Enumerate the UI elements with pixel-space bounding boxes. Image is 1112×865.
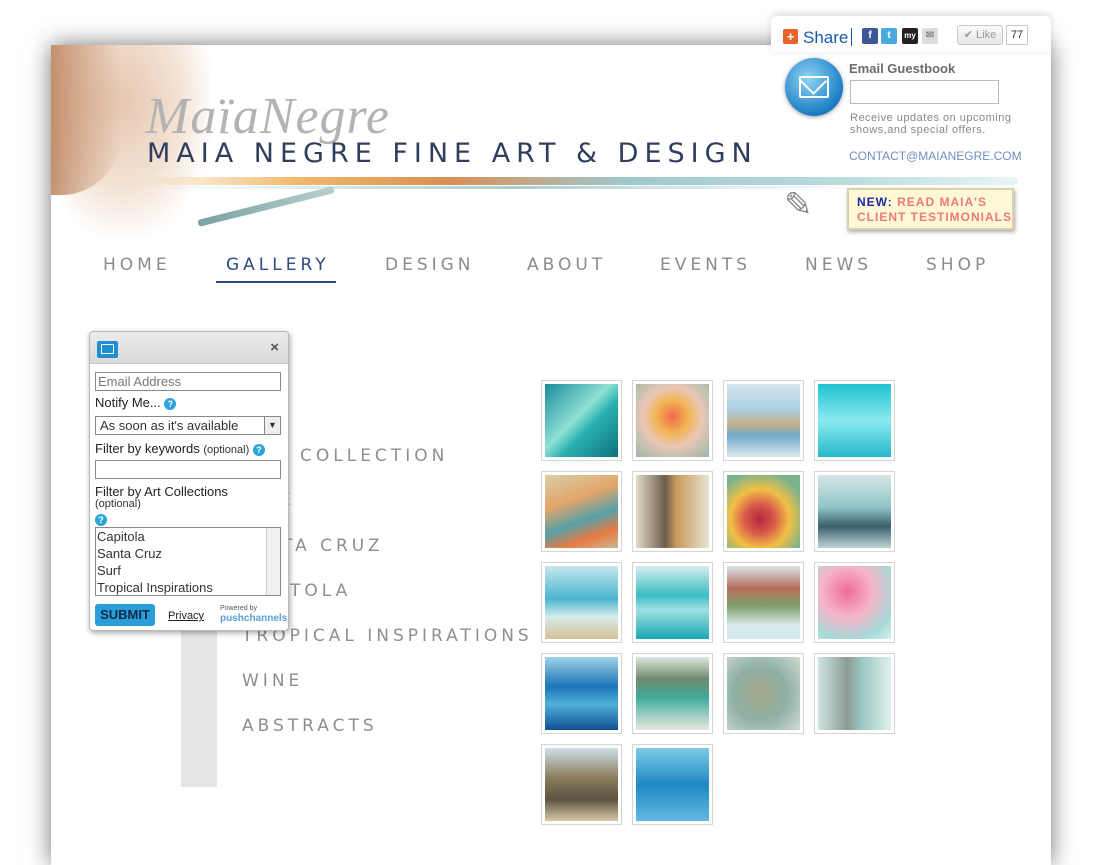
nav-events[interactable]: EVENTS — [660, 255, 751, 275]
gallery-thumb[interactable] — [541, 471, 622, 552]
testimonials-button[interactable]: NEW: READ MAIA'S CLIENT TESTIMONIALS — [847, 188, 1014, 230]
testimonials-line1: READ MAIA'S — [897, 195, 987, 209]
help-icon[interactable]: ? — [95, 513, 107, 526]
collection-link-wine[interactable]: WINE — [242, 671, 303, 691]
collection-link-capitola[interactable]: ITOLA — [281, 581, 351, 601]
gallery-thumb[interactable] — [814, 653, 895, 734]
gallery-thumb[interactable] — [632, 471, 713, 552]
facebook-icon[interactable]: f — [862, 28, 878, 44]
gallery-thumb[interactable] — [632, 380, 713, 461]
gallery-thumb[interactable] — [632, 744, 713, 825]
myspace-icon[interactable]: my — [902, 28, 918, 44]
main-nav: HOME GALLERY DESIGN ABOUT EVENTS NEWS SH… — [51, 251, 1051, 283]
collection-link-santa-cruz[interactable]: TA CRUZ — [282, 536, 384, 556]
close-icon[interactable]: × — [270, 339, 279, 356]
keywords-optional: (optional) — [203, 444, 250, 456]
notify-select-value: As soon as it's available — [100, 418, 239, 433]
notify-label: Notify Me... ? — [95, 395, 177, 410]
share-plus-icon[interactable]: + — [783, 29, 798, 44]
testimonials-line2: CLIENT TESTIMONIALS — [857, 210, 1012, 224]
guestbook-envelope-icon — [785, 58, 843, 116]
privacy-link[interactable]: Privacy — [168, 610, 204, 622]
collection-link-abstracts[interactable]: ABSTRACTS — [242, 716, 378, 736]
like-label: Like — [976, 29, 997, 41]
gallery-thumb[interactable] — [632, 653, 713, 734]
collections-optional: (optional) — [95, 498, 141, 510]
nav-design[interactable]: DESIGN — [385, 255, 475, 275]
guestbook-title: Email Guestbook — [849, 61, 956, 76]
list-item[interactable]: Santa Cruz — [96, 545, 280, 562]
twitter-icon[interactable]: t — [881, 28, 897, 44]
gallery-thumb[interactable] — [814, 562, 895, 643]
nav-news[interactable]: NEWS — [805, 255, 872, 275]
notify-widget: × Email Address Notify Me... ? As soon a… — [89, 331, 289, 631]
share-bar: + Share f t my ✉ ✔ Like 77 — [771, 16, 1051, 52]
gallery-thumb[interactable] — [814, 471, 895, 552]
keywords-label-text: Filter by keywords — [95, 441, 200, 456]
collections-help: ? — [95, 511, 107, 526]
collections-listbox[interactable]: Capitola Santa Cruz Surf Tropical Inspir… — [95, 527, 281, 596]
mail-icon — [97, 341, 118, 358]
gallery-thumb[interactable] — [541, 380, 622, 461]
nav-active-underline — [216, 281, 336, 283]
help-icon[interactable]: ? — [164, 397, 177, 410]
chevron-down-icon[interactable]: ▼ — [264, 417, 280, 434]
collections-label: Filter by Art Collections — [95, 484, 228, 499]
nav-gallery[interactable]: GALLERY — [226, 255, 330, 275]
like-button[interactable]: ✔ Like — [957, 25, 1003, 45]
pen-icon: ✎ — [784, 185, 813, 225]
like-count: 77 — [1006, 25, 1028, 45]
gallery-thumb[interactable] — [541, 562, 622, 643]
artist-photo-hair — [51, 45, 121, 195]
notify-select[interactable]: As soon as it's available ▼ — [95, 416, 281, 435]
gallery-thumb[interactable] — [632, 562, 713, 643]
powered-by-logo[interactable]: Powered by pushchannels — [220, 605, 287, 624]
nav-home[interactable]: HOME — [103, 255, 171, 275]
keywords-input[interactable] — [95, 460, 281, 479]
site-title[interactable]: MAIA NEGRE FINE ART & DESIGN — [147, 138, 758, 169]
collection-link-1[interactable]: COLLECTION — [300, 446, 448, 466]
guestbook-note: Receive updates on upcoming shows,and sp… — [850, 112, 1012, 136]
list-item[interactable]: Surf — [96, 562, 280, 579]
paint-stroke-divider — [143, 177, 1018, 185]
list-item[interactable]: Tropical Inspirations — [96, 579, 280, 595]
contact-link[interactable]: CONTACT@MAIANEGRE.COM — [849, 149, 1022, 163]
gallery-thumb[interactable] — [814, 380, 895, 461]
paintbrush-image — [197, 186, 335, 227]
powered-by-brand: pushchannels — [220, 613, 288, 624]
keywords-label: Filter by keywords (optional) ? — [95, 441, 265, 456]
listbox-scrollbar[interactable] — [266, 528, 280, 595]
email-field[interactable]: Email Address — [95, 372, 281, 391]
nav-about[interactable]: ABOUT — [527, 255, 606, 275]
gallery-thumb[interactable] — [723, 562, 804, 643]
gallery-thumb[interactable] — [723, 653, 804, 734]
nav-shop[interactable]: SHOP — [926, 255, 989, 275]
gallery-thumb[interactable] — [541, 653, 622, 734]
notify-label-text: Notify Me... — [95, 395, 161, 410]
submit-button[interactable]: SUBMIT — [95, 604, 155, 626]
gallery-thumb[interactable] — [541, 744, 622, 825]
gallery-thumb[interactable] — [723, 471, 804, 552]
share-link[interactable]: Share — [803, 28, 848, 48]
list-item[interactable]: Capitola — [96, 528, 280, 545]
guestbook-email-input[interactable] — [850, 80, 999, 104]
email-icon[interactable]: ✉ — [922, 28, 938, 44]
powered-by-text: Powered by — [220, 605, 257, 612]
gallery-thumb[interactable] — [723, 380, 804, 461]
testimonials-new-label: NEW: — [857, 195, 893, 209]
share-divider — [851, 28, 852, 46]
paint-stroke-accent — [161, 186, 861, 189]
help-icon[interactable]: ? — [252, 443, 265, 456]
widget-header: × — [90, 332, 288, 364]
